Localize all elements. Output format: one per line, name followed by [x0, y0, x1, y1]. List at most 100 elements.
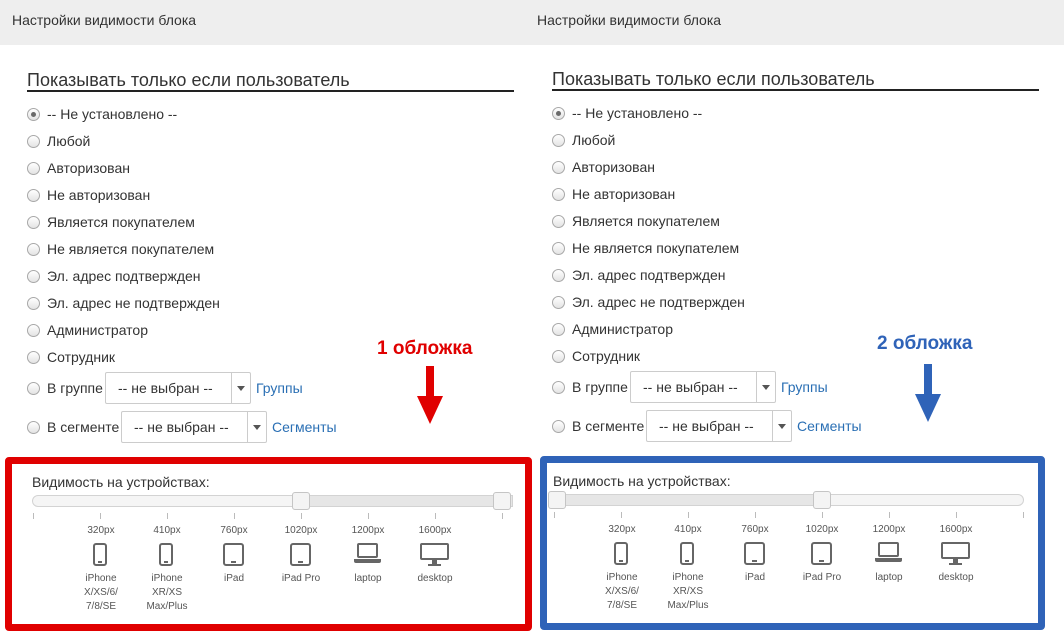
- radio-icon[interactable]: [27, 188, 40, 202]
- group-select[interactable]: -- не выбран --: [630, 371, 776, 403]
- tablet-icon: [271, 538, 331, 572]
- segment-select[interactable]: -- не выбран --: [121, 411, 267, 443]
- radio-option-segment[interactable]: В сегменте: [552, 416, 644, 436]
- device-ipad-pro: 1020px iPad Pro: [271, 524, 331, 586]
- visibility-settings-panel-2: Настройки видимости блока Показывать тол…: [526, 0, 1064, 641]
- device-range-slider[interactable]: [548, 491, 1024, 509]
- radio-option-email-not-confirmed[interactable]: Эл. адрес не подтвержден: [27, 293, 220, 313]
- groups-link[interactable]: Группы: [781, 379, 828, 395]
- radio-option-email-confirmed[interactable]: Эл. адрес подтвержден: [27, 266, 201, 286]
- radio-checked-icon[interactable]: [552, 106, 565, 120]
- chevron-down-icon[interactable]: [756, 372, 775, 402]
- radio-option-admin[interactable]: Администратор: [552, 319, 673, 339]
- slider-handle-max[interactable]: [493, 492, 511, 510]
- cover-label: 1 обложка: [377, 338, 473, 359]
- radio-option-employee[interactable]: Сотрудник: [27, 347, 115, 367]
- radio-option-authorized[interactable]: Авторизован: [27, 158, 130, 178]
- radio-icon[interactable]: [27, 323, 40, 337]
- radio-icon[interactable]: [27, 215, 40, 229]
- radio-option-group[interactable]: В группе: [552, 377, 628, 397]
- radio-option-any[interactable]: Любой: [27, 131, 90, 151]
- radio-option-employee[interactable]: Сотрудник: [552, 346, 640, 366]
- radio-option-segment[interactable]: В сегменте: [27, 417, 119, 437]
- radio-option-customer[interactable]: Является покупателем: [552, 211, 720, 231]
- radio-icon[interactable]: [552, 160, 565, 174]
- groups-link[interactable]: Группы: [256, 380, 303, 396]
- radio-icon[interactable]: [552, 349, 565, 363]
- slider-tick: [301, 513, 302, 519]
- radio-icon[interactable]: [552, 268, 565, 282]
- radio-icon[interactable]: [27, 381, 40, 395]
- radio-option-authorized[interactable]: Авторизован: [552, 157, 655, 177]
- chevron-down-icon[interactable]: [247, 412, 266, 442]
- radio-option-any[interactable]: Любой: [552, 130, 615, 150]
- radio-icon[interactable]: [27, 269, 40, 283]
- chevron-down-icon[interactable]: [772, 411, 791, 441]
- radio-option-customer[interactable]: Является покупателем: [27, 212, 195, 232]
- device-name: iPhone X/XS/6/ 7/8/SE: [84, 573, 118, 612]
- slider-tick: [234, 513, 235, 519]
- slider-tick: [502, 513, 503, 519]
- panel-header-title: Настройки видимости блока: [537, 12, 722, 28]
- device-name: iPhone X/XS/6/ 7/8/SE: [605, 572, 639, 611]
- radio-icon[interactable]: [552, 380, 565, 394]
- slider-tick: [621, 512, 622, 518]
- radio-option-not-set[interactable]: -- Не установлено --: [552, 103, 702, 123]
- radio-icon[interactable]: [552, 295, 565, 309]
- section-divider: [552, 89, 1039, 91]
- slider-handle-min[interactable]: [548, 491, 566, 509]
- radio-option-not-customer[interactable]: Не является покупателем: [552, 238, 739, 258]
- segments-link[interactable]: Сегменты: [797, 418, 862, 434]
- radio-icon[interactable]: [27, 161, 40, 175]
- segments-link[interactable]: Сегменты: [272, 419, 337, 435]
- tablet-icon: [725, 537, 785, 571]
- radio-icon[interactable]: [552, 214, 565, 228]
- option-label: Администратор: [47, 322, 149, 338]
- phone-icon: [137, 538, 197, 572]
- radio-icon[interactable]: [27, 420, 40, 434]
- device-range-slider[interactable]: [32, 492, 513, 510]
- device-visibility-box: Видимость на устройствах: 320px iPhone X…: [5, 457, 532, 631]
- radio-option-admin[interactable]: Администратор: [27, 320, 148, 340]
- radio-option-not-authorized[interactable]: Не авторизован: [552, 184, 675, 204]
- chevron-down-icon[interactable]: [231, 373, 250, 403]
- slider-tick: [889, 512, 890, 518]
- radio-icon[interactable]: [552, 241, 565, 255]
- option-label: Эл. адрес подтвержден: [47, 268, 201, 284]
- desktop-icon: [926, 537, 986, 571]
- radio-icon[interactable]: [27, 296, 40, 310]
- section-title: Показывать только если пользователь: [27, 70, 350, 90]
- option-label: Эл. адрес не подтвержден: [572, 294, 745, 310]
- radio-option-not-customer[interactable]: Не является покупателем: [27, 239, 214, 259]
- radio-option-not-set[interactable]: -- Не установлено --: [27, 104, 177, 124]
- arrow-down-icon: [417, 366, 443, 424]
- radio-option-group[interactable]: В группе: [27, 378, 103, 398]
- visibility-settings-panel-1: Настройки видимости блока Показывать тол…: [0, 0, 532, 641]
- device-desktop: 1600px desktop: [405, 524, 465, 586]
- device-width-label: 410px: [153, 525, 181, 536]
- device-desktop: 1600px desktop: [926, 523, 986, 585]
- radio-icon[interactable]: [27, 242, 40, 256]
- phone-icon: [71, 538, 131, 572]
- radio-icon[interactable]: [552, 419, 565, 433]
- device-ipad: 760px iPad: [204, 524, 264, 586]
- slider-handle-min[interactable]: [292, 492, 310, 510]
- option-label: В сегменте: [47, 419, 120, 435]
- segment-select[interactable]: -- не выбран --: [646, 410, 792, 442]
- slider-handle-max[interactable]: [813, 491, 831, 509]
- radio-checked-icon[interactable]: [27, 107, 40, 121]
- radio-icon[interactable]: [27, 134, 40, 148]
- device-iphone-small: 320px iPhone X/XS/6/ 7/8/SE: [592, 523, 652, 613]
- radio-option-not-authorized[interactable]: Не авторизован: [27, 185, 150, 205]
- radio-icon[interactable]: [552, 133, 565, 147]
- device-width-label: 1020px: [284, 525, 318, 536]
- radio-icon[interactable]: [552, 322, 565, 336]
- laptop-icon: [859, 537, 919, 571]
- device-width-label: 320px: [608, 524, 636, 535]
- radio-icon[interactable]: [552, 187, 565, 201]
- option-label: Является покупателем: [572, 213, 720, 229]
- radio-option-email-confirmed[interactable]: Эл. адрес подтвержден: [552, 265, 726, 285]
- group-select[interactable]: -- не выбран --: [105, 372, 251, 404]
- radio-option-email-not-confirmed[interactable]: Эл. адрес не подтвержден: [552, 292, 745, 312]
- radio-icon[interactable]: [27, 350, 40, 364]
